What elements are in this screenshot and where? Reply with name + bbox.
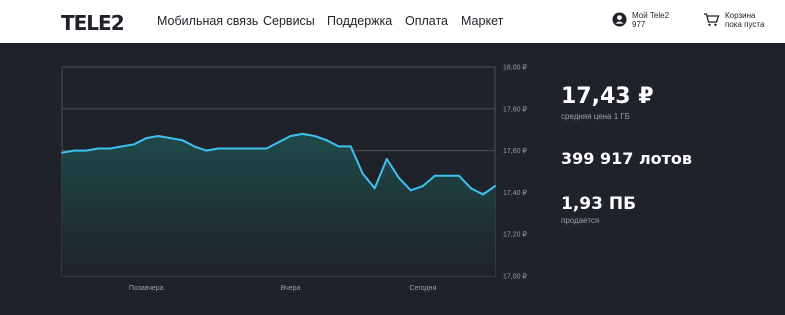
data-point bbox=[421, 185, 424, 188]
y-tick-label: 17,00 ₽ bbox=[503, 273, 527, 281]
account-number: 977 bbox=[632, 20, 646, 29]
data-point bbox=[193, 145, 196, 148]
data-point bbox=[433, 174, 436, 177]
data-point bbox=[73, 149, 76, 152]
data-point bbox=[289, 134, 292, 137]
account-label: Мой Tele2 bbox=[632, 11, 670, 20]
data-point bbox=[361, 172, 364, 175]
data-point bbox=[385, 157, 388, 160]
price-chart: 18,00 ₽ 17,80 ₽ 17,60 ₽ 17,40 ₽ 17,20 ₽ 17,00… bbox=[61, 64, 527, 292]
volume-label: продается bbox=[561, 216, 600, 225]
nav-market[interactable]: Маркет bbox=[461, 14, 503, 28]
x-tick-label: Сегодня bbox=[409, 285, 436, 292]
data-point bbox=[145, 137, 148, 140]
top-header: TELE2 Мобильная связь Сервисы Поддержка … bbox=[0, 0, 785, 43]
price-area-fill bbox=[62, 133, 495, 276]
data-point bbox=[109, 147, 112, 150]
data-point bbox=[313, 134, 316, 137]
data-point bbox=[301, 132, 304, 135]
nav-mobile[interactable]: Мобильная связь bbox=[157, 14, 258, 28]
data-point bbox=[205, 149, 208, 152]
lots-count: 399 917 лотов bbox=[561, 149, 693, 168]
data-point bbox=[325, 139, 328, 142]
data-point bbox=[349, 145, 352, 148]
data-point bbox=[469, 187, 472, 190]
user-icon bbox=[612, 12, 627, 27]
data-point bbox=[397, 176, 400, 179]
data-point bbox=[373, 187, 376, 190]
data-point bbox=[97, 147, 100, 150]
tele2-logo[interactable]: TELE2 bbox=[61, 11, 125, 35]
data-point bbox=[181, 139, 184, 142]
data-point bbox=[85, 149, 88, 152]
data-point bbox=[229, 147, 232, 150]
data-point bbox=[61, 151, 63, 154]
y-tick-label: 18,00 ₽ bbox=[503, 64, 527, 72]
cart-icon bbox=[704, 13, 720, 26]
data-point bbox=[277, 141, 280, 144]
y-tick-label: 17,40 ₽ bbox=[503, 189, 527, 197]
data-point bbox=[253, 147, 256, 150]
x-tick-label: Позавчера bbox=[129, 285, 164, 292]
data-point bbox=[241, 147, 244, 150]
data-point bbox=[121, 145, 124, 148]
data-point bbox=[169, 137, 172, 140]
x-tick-label: Вчера bbox=[281, 285, 301, 292]
y-tick-label: 17,60 ₽ bbox=[503, 147, 527, 155]
data-point bbox=[457, 174, 460, 177]
y-tick-label: 17,20 ₽ bbox=[503, 231, 527, 239]
data-point bbox=[445, 174, 448, 177]
y-tick-label: 17,80 ₽ bbox=[503, 105, 527, 113]
data-point bbox=[337, 145, 340, 148]
data-point bbox=[494, 185, 496, 188]
nav-support[interactable]: Поддержка bbox=[327, 14, 392, 28]
cart-status: пока пуста bbox=[725, 20, 765, 29]
data-point bbox=[217, 147, 220, 150]
avg-price-label: средняя цена 1 ГБ bbox=[561, 112, 630, 121]
avg-price: 17,43 ₽ bbox=[561, 84, 654, 109]
nav-services[interactable]: Сервисы bbox=[263, 14, 315, 28]
data-point bbox=[481, 193, 484, 196]
volume-value: 1,93 ПБ bbox=[561, 194, 637, 214]
cart-label: Корзина bbox=[725, 11, 756, 20]
nav-payment[interactable]: Оплата bbox=[405, 14, 448, 28]
data-point bbox=[265, 147, 268, 150]
data-point bbox=[133, 143, 136, 146]
data-point bbox=[157, 134, 160, 137]
cart-link[interactable]: Корзина пока пуста bbox=[703, 10, 783, 34]
data-point bbox=[409, 189, 412, 192]
